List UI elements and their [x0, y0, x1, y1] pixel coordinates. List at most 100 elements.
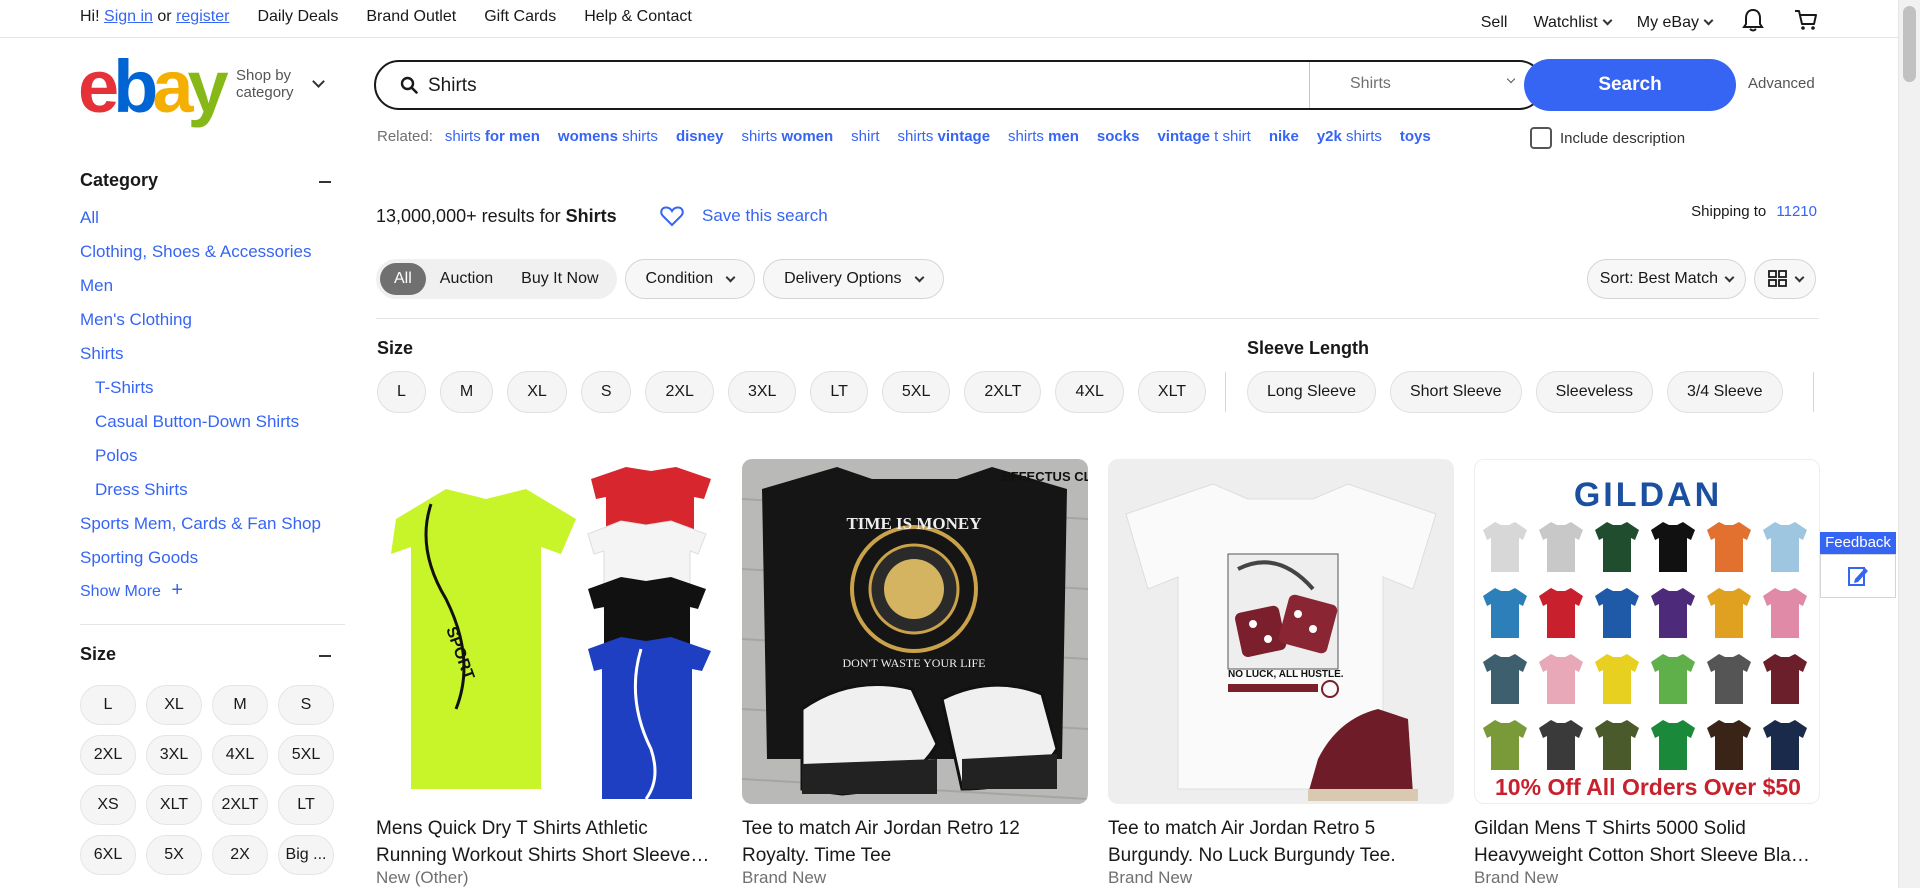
size-aspect-chip[interactable]: M [439, 371, 494, 413]
sidebar-category-link[interactable]: Casual Button-Down Shirts [80, 412, 345, 446]
condition-dropdown[interactable]: Condition [624, 259, 756, 299]
product-title[interactable]: Tee to match Air Jordan Retro 5 Burgundy… [1108, 815, 1454, 869]
size-aspect-chip[interactable]: 2XLT [964, 371, 1042, 413]
sidebar-size-chip[interactable]: 2XLT [212, 785, 268, 825]
size-aspect-chip[interactable]: 3XL [727, 371, 797, 413]
include-description-checkbox[interactable]: Include description [1530, 127, 1685, 149]
sleeve-length-chip[interactable]: Short Sleeve [1389, 371, 1522, 413]
sidebar-size-chip[interactable]: L [80, 685, 136, 725]
product-image[interactable]: SPORT [376, 459, 722, 804]
product-card[interactable]: NO LUCK, ALL HUSTLE. Tee to match Air Jo… [1108, 459, 1454, 888]
related-search-link[interactable]: toys [1400, 128, 1431, 145]
watchlist-menu[interactable]: Watchlist [1533, 14, 1613, 32]
related-search-link[interactable]: shirts vintage [898, 128, 991, 145]
bell-icon[interactable] [1742, 8, 1764, 37]
product-card[interactable]: GILDAN 10% Off All Orders Over $50 Gilda… [1474, 459, 1820, 888]
brand-outlet-link[interactable]: Brand Outlet [366, 8, 456, 26]
related-search-link[interactable]: nike [1269, 128, 1299, 145]
sidebar-category-link[interactable]: All [80, 208, 345, 242]
my-ebay-menu[interactable]: My eBay [1637, 14, 1714, 32]
sidebar-size-chip[interactable]: M [212, 685, 268, 725]
sidebar-size-chip[interactable]: 6XL [80, 835, 136, 875]
segment-auction[interactable]: Auction [426, 263, 507, 295]
sidebar-category-link[interactable]: Clothing, Shoes & Accessories [80, 242, 345, 276]
view-toggle-button[interactable] [1754, 259, 1816, 299]
size-aspect-chip[interactable]: 5XL [881, 371, 951, 413]
collapse-icon[interactable] [319, 181, 331, 183]
daily-deals-link[interactable]: Daily Deals [257, 8, 338, 26]
chevron-down-icon[interactable] [312, 75, 325, 88]
advanced-search-link[interactable]: Advanced [1748, 75, 1815, 92]
checkbox-box[interactable] [1530, 127, 1552, 149]
sleeve-length-chip[interactable]: 3/4 Sleeve [1666, 371, 1783, 413]
collapse-icon[interactable] [319, 655, 331, 657]
segment-buy-it-now[interactable]: Buy It Now [507, 263, 612, 295]
segment-all[interactable]: All [380, 263, 426, 295]
product-image[interactable]: NO LUCK, ALL HUSTLE. [1108, 459, 1454, 804]
help-contact-link[interactable]: Help & Contact [584, 8, 692, 26]
sleeve-length-chip[interactable]: Sleeveless [1535, 371, 1653, 413]
search-input[interactable] [428, 71, 1288, 101]
related-search-link[interactable]: womens shirts [558, 128, 658, 145]
search-button[interactable]: Search [1524, 59, 1736, 111]
related-search-link[interactable]: y2k shirts [1317, 128, 1382, 145]
sidebar-size-chip[interactable]: XLT [146, 785, 202, 825]
product-image[interactable]: GILDAN 10% Off All Orders Over $50 [1474, 459, 1820, 804]
gift-cards-link[interactable]: Gift Cards [484, 8, 556, 26]
register-link[interactable]: register [176, 8, 229, 25]
shop-by-category-button[interactable]: Shop by category [236, 67, 311, 101]
ebay-logo[interactable]: ebay [78, 50, 229, 124]
page-scrollbar[interactable] [1898, 0, 1920, 888]
category-select[interactable]: Shirts [1309, 62, 1544, 108]
size-aspect-chip[interactable]: 2XL [645, 371, 714, 413]
sleeve-length-chip[interactable]: Long Sleeve [1247, 371, 1376, 413]
product-title[interactable]: Mens Quick Dry T Shirts Athletic Running… [376, 815, 722, 869]
sidebar-category-link[interactable]: Sporting Goods [80, 548, 345, 582]
zip-code-link[interactable]: 11210 [1776, 203, 1817, 220]
sidebar-category-link[interactable]: Sports Mem, Cards & Fan Shop [80, 514, 345, 548]
product-card[interactable]: SPORT Mens Quick Dry T Shirts Athletic R… [376, 459, 722, 888]
product-card[interactable]: EFFECTUS CLOTHING TIME IS MONEY DON'T WA… [742, 459, 1088, 888]
sidebar-size-chip[interactable]: Big ... [278, 835, 334, 875]
sidebar-size-chip[interactable]: 5X [146, 835, 202, 875]
sidebar-size-chip[interactable]: 2XL [80, 735, 136, 775]
size-aspect-chip[interactable]: L [377, 371, 426, 413]
size-filter-heading[interactable]: Size [80, 644, 345, 668]
delivery-options-dropdown[interactable]: Delivery Options [763, 259, 944, 299]
save-search-button[interactable]: Save this search [660, 205, 828, 227]
sidebar-size-chip[interactable]: LT [278, 785, 334, 825]
product-title[interactable]: Gildan Mens T Shirts 5000 Solid Heavywei… [1474, 815, 1820, 869]
size-aspect-chip[interactable]: XLT [1137, 371, 1207, 413]
related-search-link[interactable]: shirts women [741, 128, 833, 145]
sidebar-category-link[interactable]: Polos [80, 446, 345, 480]
size-aspect-chip[interactable]: LT [810, 371, 868, 413]
related-search-link[interactable]: shirts men [1008, 128, 1079, 145]
related-search-link[interactable]: socks [1097, 128, 1140, 145]
sign-in-link[interactable]: Sign in [104, 8, 153, 25]
sidebar-size-chip[interactable]: XL [146, 685, 202, 725]
size-aspect-chip[interactable]: 4XL [1055, 371, 1124, 413]
sell-link[interactable]: Sell [1481, 14, 1508, 32]
related-search-link[interactable]: disney [676, 128, 724, 145]
size-aspect-chip[interactable]: S [580, 371, 632, 413]
sidebar-size-chip[interactable]: 2X [212, 835, 268, 875]
feedback-label[interactable]: Feedback [1820, 532, 1896, 554]
related-search-link[interactable]: shirts for men [445, 128, 540, 145]
sort-dropdown[interactable]: Sort: Best Match [1586, 259, 1746, 299]
product-title[interactable]: Tee to match Air Jordan Retro 12 Royalty… [742, 815, 1088, 869]
feedback-widget[interactable]: Feedback [1820, 532, 1896, 598]
show-more-button[interactable]: Show More + [80, 580, 183, 600]
sidebar-category-link[interactable]: Shirts [80, 344, 345, 378]
sidebar-category-link[interactable]: Men [80, 276, 345, 310]
sidebar-size-chip[interactable]: 3XL [146, 735, 202, 775]
related-search-link[interactable]: vintage t shirt [1157, 128, 1250, 145]
size-aspect-chip[interactable]: XL [507, 371, 567, 413]
feedback-edit-icon[interactable] [1820, 554, 1896, 598]
sidebar-size-chip[interactable]: 5XL [278, 735, 334, 775]
cart-icon[interactable] [1794, 9, 1818, 36]
related-search-link[interactable]: shirt [851, 128, 879, 145]
scrollbar-thumb[interactable] [1903, 6, 1916, 82]
product-image[interactable]: EFFECTUS CLOTHING TIME IS MONEY DON'T WA… [742, 459, 1088, 804]
sidebar-size-chip[interactable]: S [278, 685, 334, 725]
category-heading[interactable]: Category [80, 170, 345, 194]
